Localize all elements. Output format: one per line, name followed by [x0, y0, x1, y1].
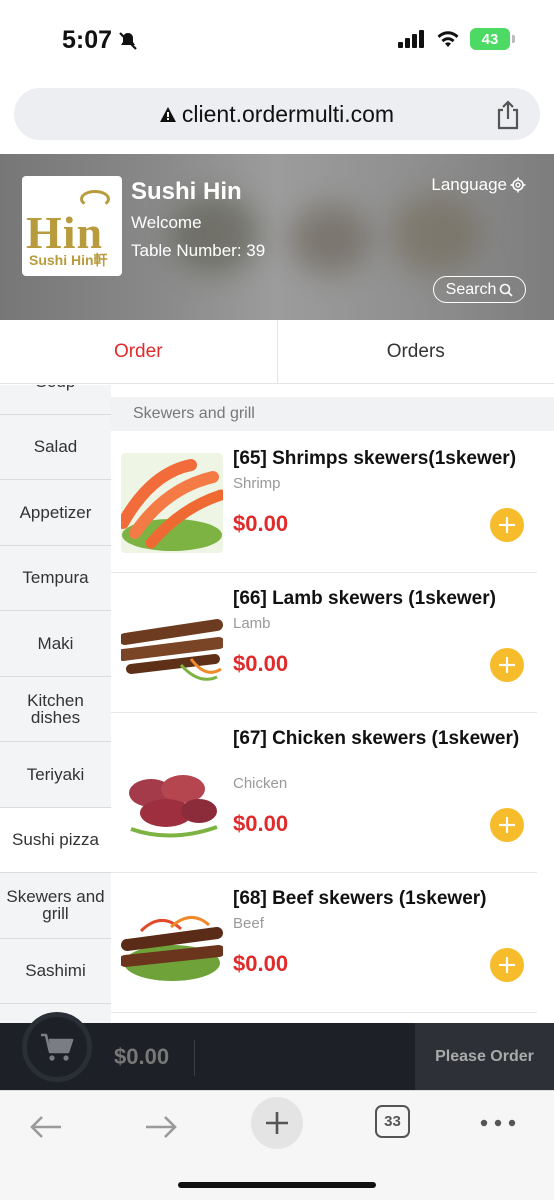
plus-icon: [499, 517, 515, 533]
shrimp-skewer-image: [121, 453, 223, 553]
clock: 5:07: [62, 26, 113, 54]
dish-name: [68] Beef skewers (1skewer): [233, 888, 487, 909]
sidebar-item-kitchen-dishes[interactable]: Kitchen dishes: [0, 677, 111, 742]
more-button[interactable]: [480, 1113, 516, 1133]
silent-bell-icon: [119, 31, 137, 50]
sidebar-item-appetizer[interactable]: Appetizer: [0, 480, 111, 546]
category-sidebar: Soup Salad Appetizer Tempura Maki Kitche…: [0, 385, 111, 1025]
sidebar-item-sushi-pizza[interactable]: Sushi pizza: [0, 807, 111, 873]
add-button[interactable]: [490, 648, 524, 682]
cart-icon: [41, 1033, 74, 1061]
sidebar-item-salad[interactable]: Salad: [0, 415, 111, 480]
sidebar-item-soup[interactable]: Soup: [0, 385, 111, 415]
dish-name: [67] Chicken skewers (1skewer): [233, 728, 520, 749]
order-tabs: Order Orders: [0, 320, 554, 384]
chicken-skewer-image: [121, 753, 223, 853]
search-button[interactable]: Search: [433, 276, 526, 303]
arrow-left-icon: [30, 1116, 61, 1138]
sidebar-item-maki[interactable]: Maki: [0, 611, 111, 677]
status-time: 5:07: [62, 26, 138, 55]
dish-name: [65] Shrimps skewers(1skewer): [233, 448, 517, 469]
table-number: Table Number: 39: [131, 241, 266, 260]
dish-item[interactable]: [68] Beef skewers (1skewer) Beef $0.00: [111, 873, 537, 1013]
dish-price: $0.00: [233, 811, 289, 836]
tabs-button[interactable]: 33: [375, 1105, 410, 1138]
sidebar-item-tempura[interactable]: Tempura: [0, 546, 111, 611]
sidebar-item-sashimi[interactable]: Sashimi: [0, 939, 111, 1004]
plus-icon: [499, 657, 515, 673]
more-dots-icon: [480, 1119, 516, 1127]
battery-icon: 43: [470, 28, 515, 50]
new-tab-button[interactable]: [251, 1097, 303, 1149]
url-text: client.ordermulti.com: [181, 100, 395, 127]
dish-item[interactable]: [66] Lamb skewers (1skewer) Lamb $0.00: [111, 573, 537, 713]
dish-name: [66] Lamb skewers (1skewer): [233, 588, 496, 609]
menu-list: Skewers and grill [65] Shrimps skewers(1…: [111, 385, 554, 1025]
add-button[interactable]: [490, 808, 524, 842]
search-label: Search: [445, 280, 497, 298]
beef-skewer-image: [121, 901, 223, 1001]
arrow-right-icon: [146, 1116, 177, 1138]
status-bar: 5:07 43: [0, 0, 554, 80]
language-button[interactable]: Language: [431, 175, 526, 195]
cart-total: $0.00: [114, 1044, 170, 1069]
signal-icon: [398, 30, 424, 48]
address-bar[interactable]: client.ordermulti.com: [14, 88, 540, 140]
dish-item[interactable]: [65] Shrimps skewers(1skewer) Shrimp $0.…: [111, 433, 537, 573]
dish-item[interactable]: [67] Chicken skewers (1skewer) Chicken $…: [111, 713, 537, 873]
forward-button[interactable]: [141, 1109, 181, 1145]
gear-icon: [510, 177, 526, 193]
search-icon: [500, 283, 513, 297]
dish-description: Chicken: [233, 775, 288, 792]
plus-icon: [499, 817, 515, 833]
wifi-icon: [437, 31, 459, 47]
sidebar-item-teriyaki[interactable]: Teriyaki: [0, 742, 111, 808]
battery-level: 43: [481, 30, 499, 48]
dish-price: $0.00: [233, 651, 289, 676]
divider: [194, 1040, 195, 1076]
welcome-text: Welcome: [131, 213, 202, 232]
restaurant-name: Sushi Hin: [131, 178, 242, 205]
please-order-button[interactable]: Please Order: [415, 1023, 554, 1090]
dish-price: $0.00: [233, 511, 289, 536]
sidebar-item-skewers-and-grill[interactable]: Skewers and grill: [0, 873, 111, 939]
status-icons: 43: [398, 28, 515, 50]
home-indicator: [178, 1182, 376, 1188]
tab-orders[interactable]: Orders: [278, 320, 554, 383]
add-button[interactable]: [490, 948, 524, 982]
tab-order[interactable]: Order: [0, 320, 278, 383]
logo-subtext: Sushi Hin軒: [29, 252, 108, 268]
dish-description: Shrimp: [233, 475, 281, 492]
restaurant-logo: Hin Sushi Hin軒: [22, 176, 122, 276]
language-label: Language: [431, 175, 507, 194]
section-title: Skewers and grill: [111, 397, 554, 431]
tab-count: 33: [384, 1113, 401, 1130]
dish-description: Lamb: [233, 615, 271, 632]
plus-icon: [266, 1112, 288, 1134]
add-button[interactable]: [490, 508, 524, 542]
plus-icon: [499, 957, 515, 973]
cart-button[interactable]: [22, 1012, 92, 1082]
warning-icon: [159, 106, 176, 122]
share-icon[interactable]: [494, 100, 522, 130]
dish-description: Beef: [233, 915, 264, 932]
lamb-skewer-image: [121, 599, 223, 699]
back-button[interactable]: [26, 1109, 66, 1145]
dish-price: $0.00: [233, 951, 289, 976]
